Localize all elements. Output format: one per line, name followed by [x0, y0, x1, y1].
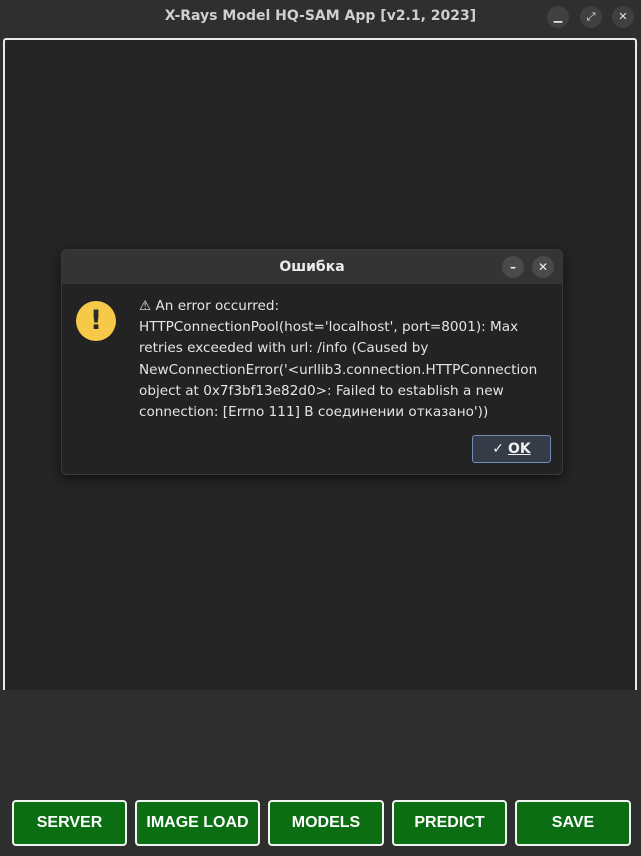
error-message: ⚠ An error occurred: HTTPConnectionPool(…	[139, 298, 538, 421]
dialog-minimize-icon[interactable]: –	[502, 256, 524, 278]
dialog-titlebar: Ошибка – ✕	[62, 250, 562, 284]
window-title: X-Rays Model HQ-SAM App [v2.1, 2023]	[164, 8, 477, 24]
server-button[interactable]: SERVER	[12, 800, 127, 846]
warning-icon: !	[76, 301, 116, 341]
save-button[interactable]: SAVE	[515, 800, 631, 846]
ok-button[interactable]: ✓ OK	[472, 435, 551, 463]
image-load-button[interactable]: IMAGE LOAD	[135, 800, 260, 846]
checkmark-icon: ✓	[492, 441, 504, 457]
app-window: X-Rays Model HQ-SAM App [v2.1, 2023] ▁ ⤢…	[0, 0, 641, 856]
error-dialog: Ошибка – ✕ ! ⚠ An error occurred: HTTPCo…	[61, 249, 563, 475]
ok-button-label: OK	[507, 441, 531, 457]
maximize-icon[interactable]: ⤢	[580, 6, 602, 28]
dialog-close-icon[interactable]: ✕	[532, 256, 554, 278]
minimize-icon[interactable]: ▁	[547, 6, 569, 28]
close-icon[interactable]: ✕	[612, 6, 634, 28]
predict-button[interactable]: PREDICT	[392, 800, 507, 846]
models-button[interactable]: MODELS	[268, 800, 384, 846]
dialog-title: Ошибка	[279, 259, 345, 275]
window-titlebar: X-Rays Model HQ-SAM App [v2.1, 2023] ▁ ⤢…	[0, 0, 641, 34]
